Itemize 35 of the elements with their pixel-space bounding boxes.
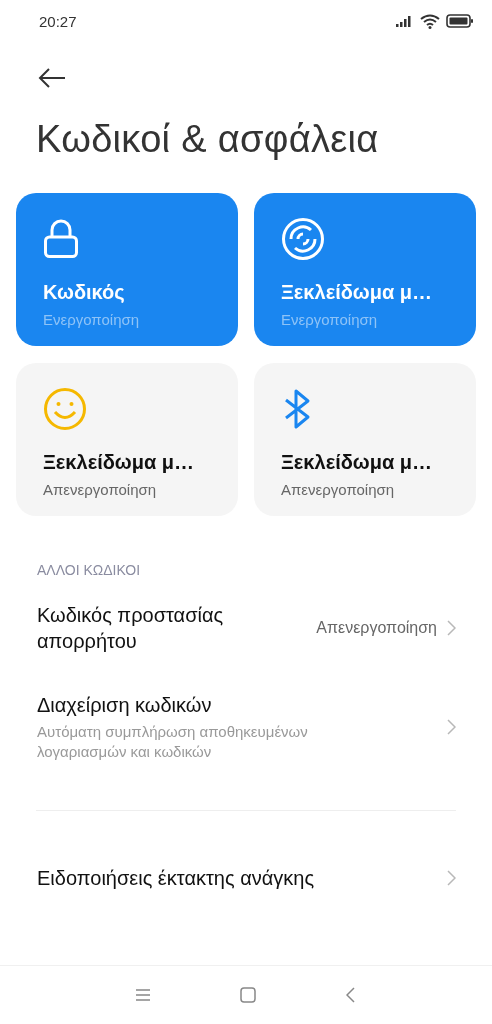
back-icon[interactable] (346, 987, 356, 1003)
home-icon[interactable] (240, 987, 256, 1003)
row-title: Διαχείριση κωδικών (37, 693, 213, 718)
smiley-icon (43, 387, 87, 431)
wifi-icon (420, 13, 440, 29)
chevron-icon (447, 620, 456, 636)
tile-status: Απενεργοποίηση (43, 481, 157, 498)
row-value: Απενεργοποίηση (316, 619, 437, 637)
chevron-icon (447, 870, 456, 886)
menu-icon[interactable] (136, 989, 150, 1001)
lock-icon (43, 217, 79, 261)
unlock-method-tile[interactable]: Ξεκλείδωμα μ… Απενεργοποίηση (16, 363, 238, 516)
settings-row[interactable]: Ειδοποιήσεις έκτακτης ανάγκης (0, 841, 492, 905)
tile-title: Κωδικός (43, 281, 125, 304)
tile-title: Ξεκλείδωμα μ… (281, 451, 433, 474)
signal-icon (396, 15, 414, 27)
battery-icon (446, 14, 474, 28)
tile-title: Ξεκλείδωμα μ… (281, 281, 433, 304)
page-title: Κωδικοί & ασφάλεια (36, 118, 380, 161)
unlock-method-tile[interactable]: Κωδικός Ενεργοποίηση (16, 193, 238, 346)
tile-status: Ενεργοποίηση (43, 311, 140, 328)
status-time: 20:27 (39, 12, 77, 30)
tile-title: Ξεκλείδωμα μ… (43, 451, 195, 474)
settings-row[interactable]: Διαχείριση κωδικών Αυτόματη συμπλήρωση αποθηκευμένων λογαριασμών και κωδικών (0, 668, 492, 776)
tile-status: Ενεργοποίηση (281, 311, 378, 328)
tile-status: Απενεργοποίηση (281, 481, 395, 498)
row-title: Ειδοποιήσεις έκτακτης ανάγκης (37, 866, 316, 891)
chevron-icon (447, 719, 456, 735)
unlock-method-tile[interactable]: Ξεκλείδωμα μ… Ενεργοποίηση (254, 193, 476, 346)
row-subtitle: Αυτόματη συμπλήρωση αποθηκευμένων λογαριασμών και κωδικών (37, 722, 309, 762)
row-title: Κωδικός προστασίας απορρήτου (37, 603, 225, 654)
section-heading: ΑΛΛΟΙ ΚΩΔΙΚΟΙ (37, 562, 142, 578)
unlock-method-tile[interactable]: Ξεκλείδωμα μ… Απενεργοποίηση (254, 363, 476, 516)
fingerprint-icon (281, 217, 325, 261)
settings-row[interactable]: Κωδικός προστασίας απορρήτου Απενεργοποίηση (0, 578, 492, 668)
